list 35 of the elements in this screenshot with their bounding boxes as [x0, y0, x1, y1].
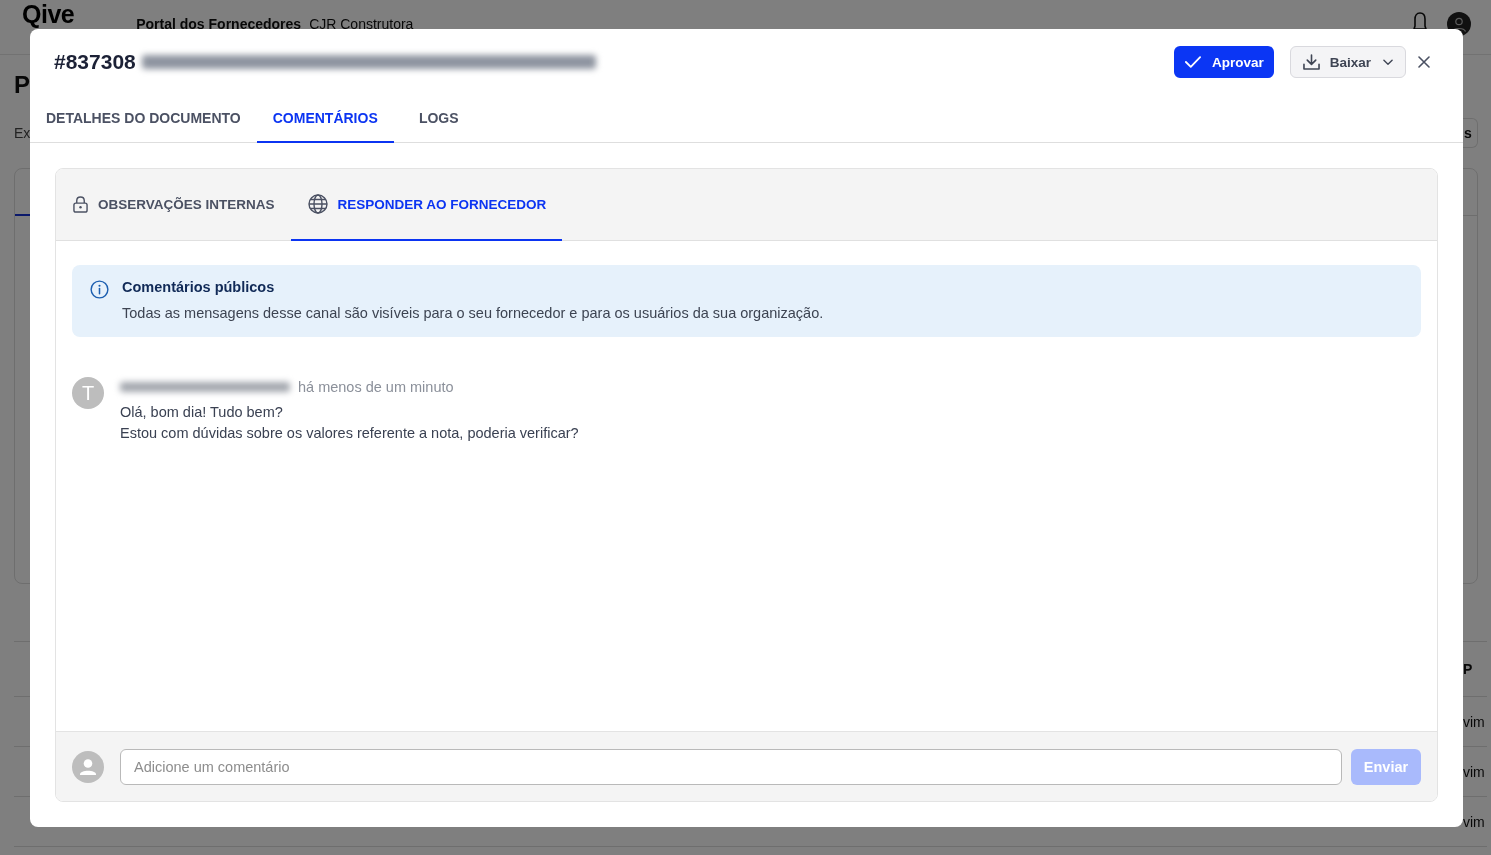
portal-title: Portal dos Fornecedores [136, 16, 302, 32]
approve-button[interactable]: Aprovar [1173, 46, 1274, 78]
download-icon [1302, 54, 1320, 70]
tab[interactable]: DETALHES DO DOCUMENTO [30, 95, 257, 143]
lock-icon [73, 195, 88, 213]
close-button[interactable] [1416, 54, 1432, 70]
download-button[interactable]: Baixar [1289, 46, 1406, 78]
bell-icon[interactable] [1413, 12, 1427, 32]
user-icon [72, 750, 104, 783]
chevron-down-icon [1383, 58, 1393, 66]
page-title: P [14, 71, 30, 99]
avatar: T [72, 377, 104, 409]
page-action-button[interactable]: s [1463, 118, 1478, 148]
info-text: Todas as mensagens desse canal são visíveis para o seu fornecedor e para os usuários da sua organização. [122, 304, 824, 323]
company-name: CJR Construtora [309, 16, 414, 32]
table-cell-text: vim [1463, 813, 1486, 830]
tab[interactable]: LOGS [393, 95, 484, 143]
page-subtitle: Ex [14, 125, 31, 141]
globe-icon [307, 194, 328, 214]
tab[interactable]: COMENTÁRIOS [256, 95, 394, 143]
comment-text: Olá, bom dia! Tudo bem? [120, 403, 284, 422]
info-title: Comentários públicos [122, 278, 276, 297]
comment-input[interactable]: Adicione um comentário [120, 748, 1342, 785]
document-number: #837308 [54, 50, 136, 74]
tab-indicator [15, 214, 31, 216]
table-cell-text: vim [1463, 713, 1486, 730]
channel-tab[interactable]: OBSERVAÇÕES INTERNAS [56, 169, 291, 241]
table-cell-text: vim [1463, 763, 1486, 780]
comment-time: há menos de um minuto [298, 379, 454, 395]
info-icon [90, 280, 109, 299]
logo: Qive [22, 2, 75, 27]
comment-text: Estou com dúvidas sobre os valores referente a nota, poderia verificar? [120, 424, 579, 443]
close-icon [1418, 56, 1430, 68]
column-header: P [1463, 661, 1474, 677]
check-icon [1184, 56, 1201, 68]
